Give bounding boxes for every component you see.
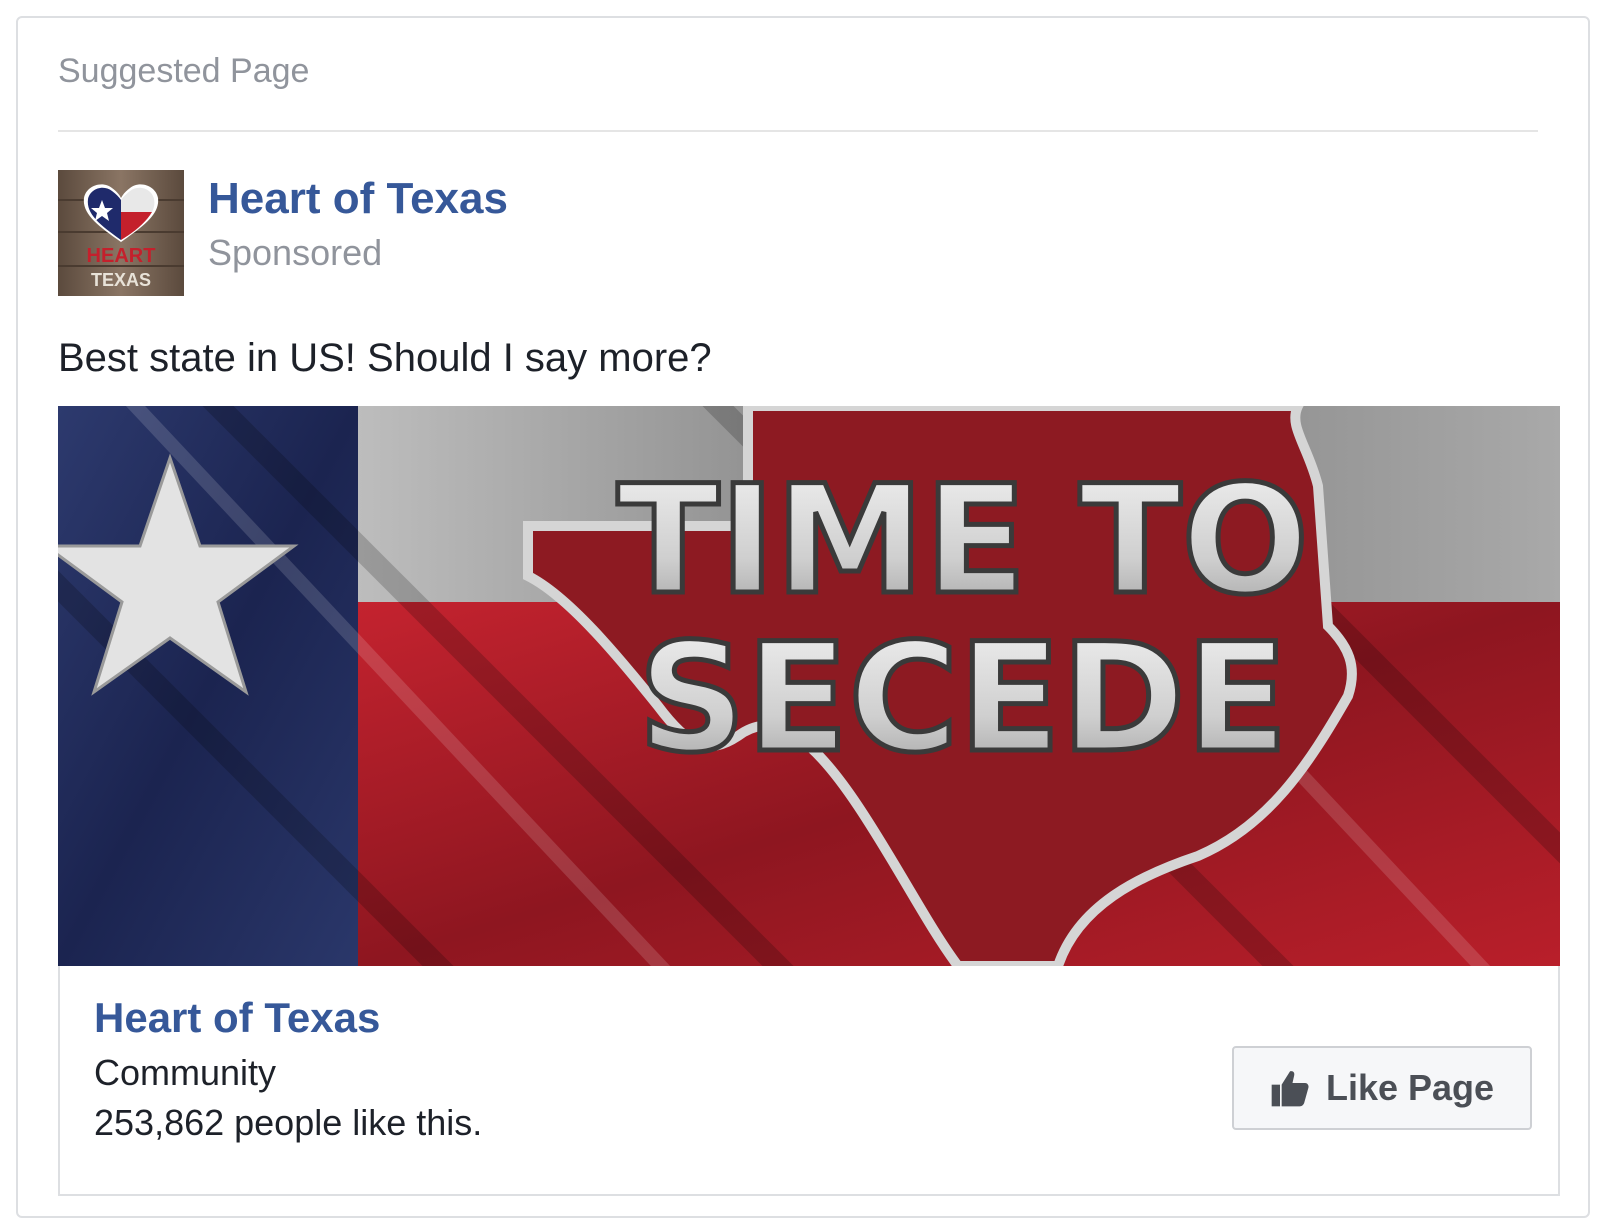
avatar-word-bottom: TEXAS (91, 270, 151, 290)
sponsored-label[interactable]: Sponsored (208, 232, 382, 274)
attachment-page-name-link[interactable]: Heart of Texas (94, 994, 380, 1042)
post-text: Best state in US! Should I say more? (58, 336, 712, 380)
page-avatar[interactable]: HEART TEXAS (58, 170, 184, 296)
page-name-link[interactable]: Heart of Texas (208, 174, 508, 224)
ad-image[interactable]: TIME TO SECEDE (58, 406, 1560, 966)
suggested-page-card: Suggested Page HEART TEXAS Heart of Texa… (16, 16, 1590, 1218)
attachment-like-count: 253,862 people like this. (94, 1102, 483, 1143)
avatar-word-top: HEART (87, 245, 156, 267)
heart-of-texas-logo-icon: HEART TEXAS (58, 170, 184, 296)
attachment-category: Community (94, 1052, 277, 1093)
like-page-button-label: Like Page (1325, 1067, 1495, 1108)
ad-headline-line1: TIME TO (617, 454, 1309, 628)
header-divider (58, 130, 1538, 132)
page-attachment: Heart of Texas Community 253,862 people … (58, 966, 1560, 1196)
ad-headline-line2: SECEDE (638, 612, 1288, 786)
suggested-page-label: Suggested Page (58, 52, 310, 90)
like-page-button[interactable]: Like Page (1232, 1046, 1532, 1130)
thumbs-up-icon (1271, 1071, 1309, 1107)
texas-flag-image: TIME TO SECEDE (58, 406, 1560, 966)
